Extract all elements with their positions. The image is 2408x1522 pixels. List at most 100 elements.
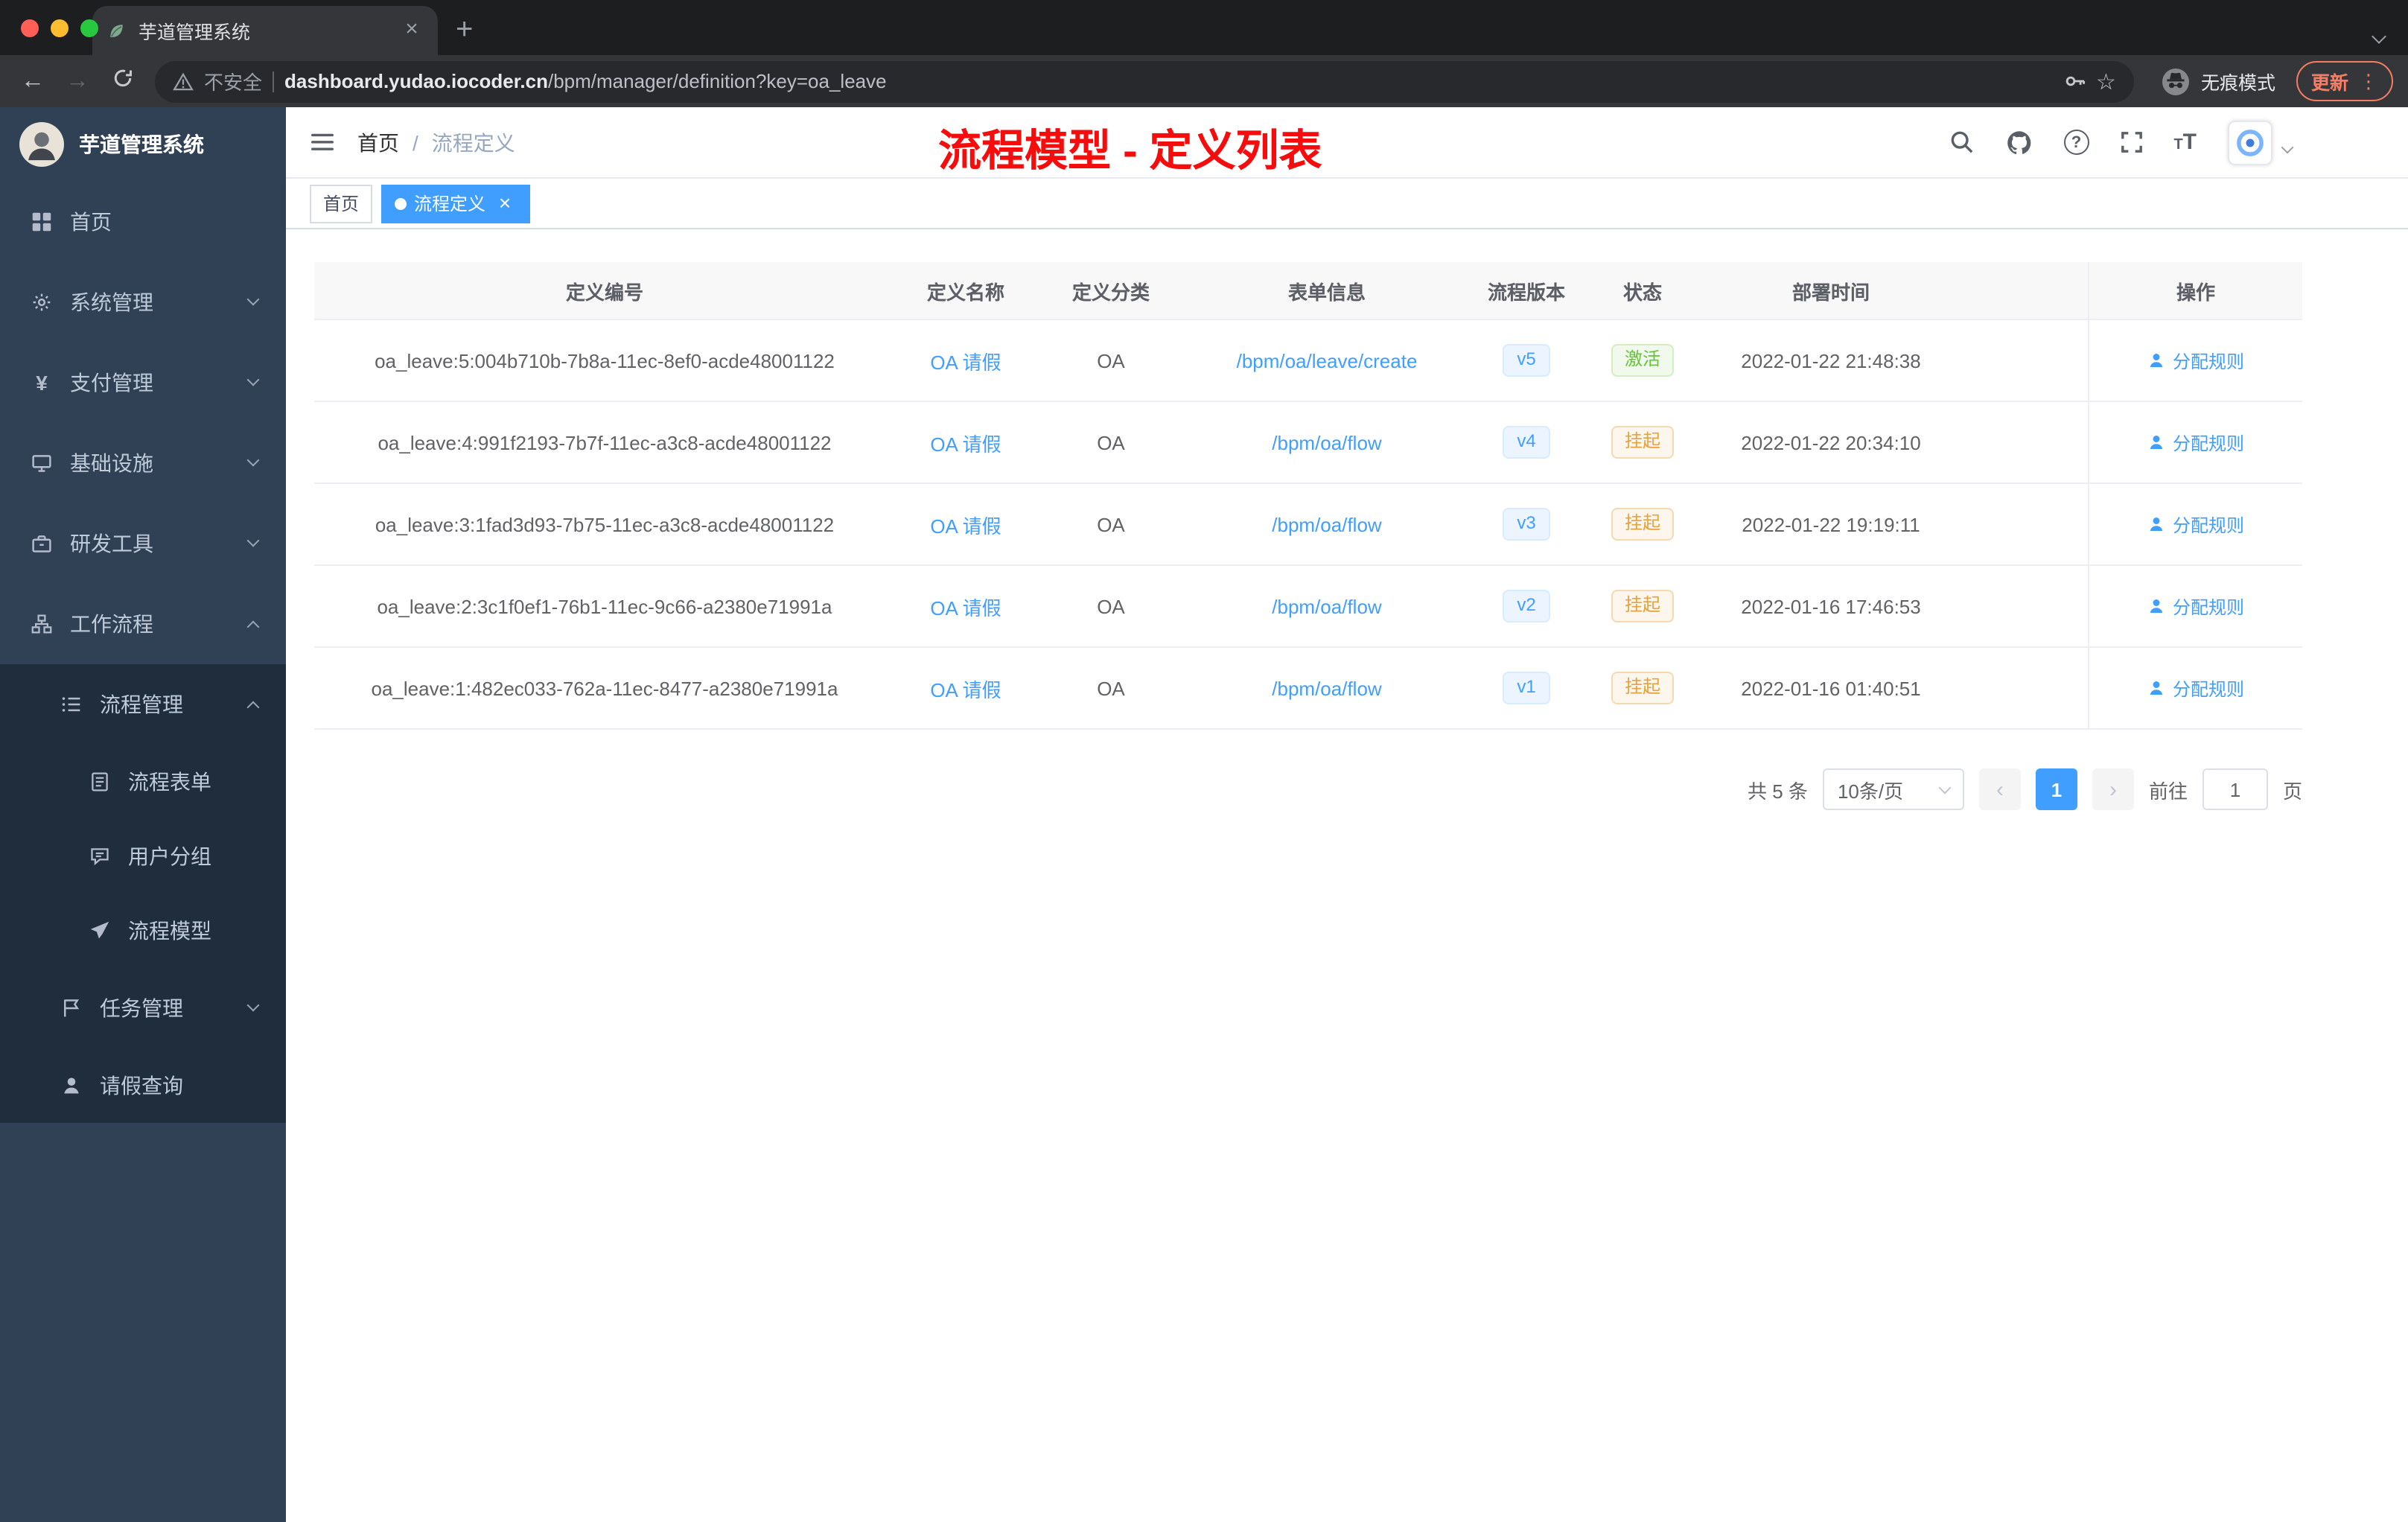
close-window-button[interactable] [21, 19, 39, 37]
user-avatar-menu[interactable] [2228, 120, 2294, 165]
help-icon[interactable]: ? [2063, 130, 2089, 155]
form-link[interactable]: /bpm/oa/flow [1272, 677, 1381, 699]
chevron-down-icon [246, 999, 260, 1012]
pagination: 共 5 条 10条/页 ‹ 1 › 前往 页 [314, 768, 2302, 810]
sidebar-item-devtools[interactable]: 研发工具 [0, 503, 286, 584]
assign-rule-button[interactable]: 分配规则 [2147, 593, 2244, 619]
incognito-label: 无痕模式 [2200, 73, 2275, 94]
sidebar-item-user-group[interactable]: 用户分组 [0, 819, 286, 894]
sidebar-item-process-management[interactable]: 流程管理 [0, 664, 286, 745]
github-icon[interactable] [2005, 129, 2032, 156]
deploy-time: 2022-01-16 17:46:53 [1741, 595, 1921, 617]
fullscreen-icon[interactable] [2120, 131, 2142, 153]
row-spacer [1961, 566, 2088, 646]
sidebar-logo[interactable]: 芋道管理系统 [0, 107, 286, 182]
definition-category: OA [1097, 349, 1125, 372]
deploy-time: 2022-01-22 19:19:11 [1742, 513, 1920, 535]
deploy-time: 2022-01-22 20:34:10 [1741, 431, 1921, 453]
site-favicon-icon [106, 20, 127, 41]
browser-menu-icon[interactable]: ⋮ [2359, 69, 2378, 93]
sidebar-item-infrastructure[interactable]: 基础设施 [0, 423, 286, 503]
tag-process-definition[interactable]: 流程定义 × [381, 184, 531, 223]
definition-name-link[interactable]: OA 请假 [930, 674, 1001, 702]
assign-rule-button[interactable]: 分配规则 [2147, 512, 2244, 537]
app-shell: 芋道管理系统 首页 系统管理 ¥ 支付管理 基础设施 研发工具 工作流程 流程管… [0, 107, 2408, 1522]
sidebar-item-process-form[interactable]: 流程表单 [0, 745, 286, 819]
definition-name-link[interactable]: OA 请假 [930, 428, 1001, 456]
window-controls [21, 19, 98, 37]
workflow-submenu: 流程管理 流程表单 用户分组 流程模型 任务管理 请假查询 [0, 664, 286, 1123]
list-icon [60, 694, 83, 715]
definition-name-link[interactable]: OA 请假 [930, 346, 1001, 375]
font-size-icon[interactable]: TT [2173, 131, 2197, 153]
page-1-button[interactable]: 1 [2035, 768, 2077, 810]
password-key-icon[interactable] [2063, 70, 2086, 92]
url-domain: dashboard.yudao.iocoder.cn [284, 70, 548, 92]
browser-update-button[interactable]: 更新 ⋮ [2296, 61, 2393, 101]
breadcrumb-home[interactable]: 首页 [357, 127, 399, 157]
tab-close-icon[interactable]: × [399, 17, 424, 43]
sidebar-item-process-model[interactable]: 流程模型 [0, 894, 286, 968]
form-link[interactable]: /bpm/oa/flow [1272, 513, 1381, 535]
tag-close-icon[interactable]: × [493, 191, 517, 215]
browser-tab[interactable]: 芋道管理系统 × [92, 6, 438, 55]
url-path: /bpm/manager/definition?key=oa_leave [548, 70, 887, 92]
version-badge: v4 [1502, 426, 1551, 459]
url-text[interactable]: dashboard.yudao.iocoder.cn/bpm/manager/d… [284, 70, 2053, 92]
col-definition-category: 定义分类 [1071, 281, 1150, 303]
form-link[interactable]: /bpm/oa/leave/create [1237, 349, 1418, 372]
tag-home[interactable]: 首页 [310, 184, 373, 223]
page-size-select[interactable]: 10条/页 [1822, 768, 1964, 810]
assign-rule-button[interactable]: 分配规则 [2147, 430, 2244, 455]
col-status: 状态 [1622, 281, 1662, 303]
form-link[interactable]: /bpm/oa/flow [1272, 431, 1381, 453]
chevron-up-icon [246, 620, 260, 634]
browser-toolbar: ← → 不安全 dashboard.yudao.iocoder.cn/bpm/m… [0, 55, 2408, 107]
reload-button[interactable] [104, 67, 140, 95]
sidebar-item-home[interactable]: 首页 [0, 182, 286, 262]
definitions-table: 定义编号 定义名称 定义分类 表单信息 流程版本 状态 部署时间 操作 oa_l… [314, 262, 2302, 730]
sidebar-toggle-icon[interactable] [310, 131, 335, 153]
search-icon[interactable] [1949, 130, 1974, 155]
status-badge: 激活 [1611, 344, 1674, 377]
table-row: oa_leave:1:482ec033-762a-11ec-8477-a2380… [314, 648, 2302, 730]
omnibox-divider [273, 71, 275, 92]
new-tab-button[interactable]: + [456, 15, 473, 45]
prev-page-button[interactable]: ‹ [1978, 768, 2021, 810]
chevron-down-icon [246, 293, 260, 306]
address-bar[interactable]: 不安全 dashboard.yudao.iocoder.cn/bpm/manag… [155, 60, 2134, 102]
col-form-info: 表单信息 [1287, 281, 1366, 303]
tab-search-caret-icon[interactable] [2372, 22, 2386, 49]
version-badge: v1 [1502, 672, 1551, 704]
minimize-window-button[interactable] [51, 19, 69, 37]
form-link[interactable]: /bpm/oa/flow [1272, 595, 1381, 617]
sidebar-item-payment[interactable]: ¥ 支付管理 [0, 343, 286, 423]
definition-id: oa_leave:4:991f2193-7b7f-11ec-a3c8-acde4… [378, 431, 832, 453]
assign-rule-button[interactable]: 分配规则 [2147, 675, 2244, 701]
back-button[interactable]: ← [15, 69, 51, 93]
sidebar-item-system[interactable]: 系统管理 [0, 262, 286, 343]
maximize-window-button[interactable] [80, 19, 98, 37]
monitor-icon [30, 453, 54, 474]
next-page-button[interactable]: › [2092, 768, 2134, 810]
bookmark-star-icon[interactable]: ☆ [2096, 68, 2116, 95]
chevron-up-icon [246, 701, 260, 714]
definition-name-link[interactable]: OA 请假 [930, 592, 1001, 620]
definition-name-link[interactable]: OA 请假 [930, 510, 1001, 538]
definition-id: oa_leave:5:004b710b-7b8a-11ec-8ef0-acde4… [375, 349, 835, 372]
sidebar-item-workflow[interactable]: 工作流程 [0, 584, 286, 664]
chat-group-icon [88, 846, 112, 867]
sidebar-item-task-management[interactable]: 任务管理 [0, 968, 286, 1048]
breadcrumb-current: 流程定义 [431, 130, 515, 154]
forward-button[interactable]: → [60, 69, 95, 93]
browser-tab-strip: 芋道管理系统 × + [0, 0, 2408, 55]
goto-page-input[interactable] [2202, 768, 2268, 810]
sidebar-item-leave-query[interactable]: 请假查询 [0, 1048, 286, 1123]
dashboard-icon [30, 211, 54, 232]
gear-icon [30, 292, 54, 313]
security-label[interactable]: 不安全 [204, 67, 262, 95]
col-deploy-time: 部署时间 [1791, 281, 1870, 303]
table-row: oa_leave:5:004b710b-7b8a-11ec-8ef0-acde4… [314, 320, 2302, 402]
col-spacer [1961, 262, 2088, 319]
assign-rule-button[interactable]: 分配规则 [2147, 348, 2244, 373]
